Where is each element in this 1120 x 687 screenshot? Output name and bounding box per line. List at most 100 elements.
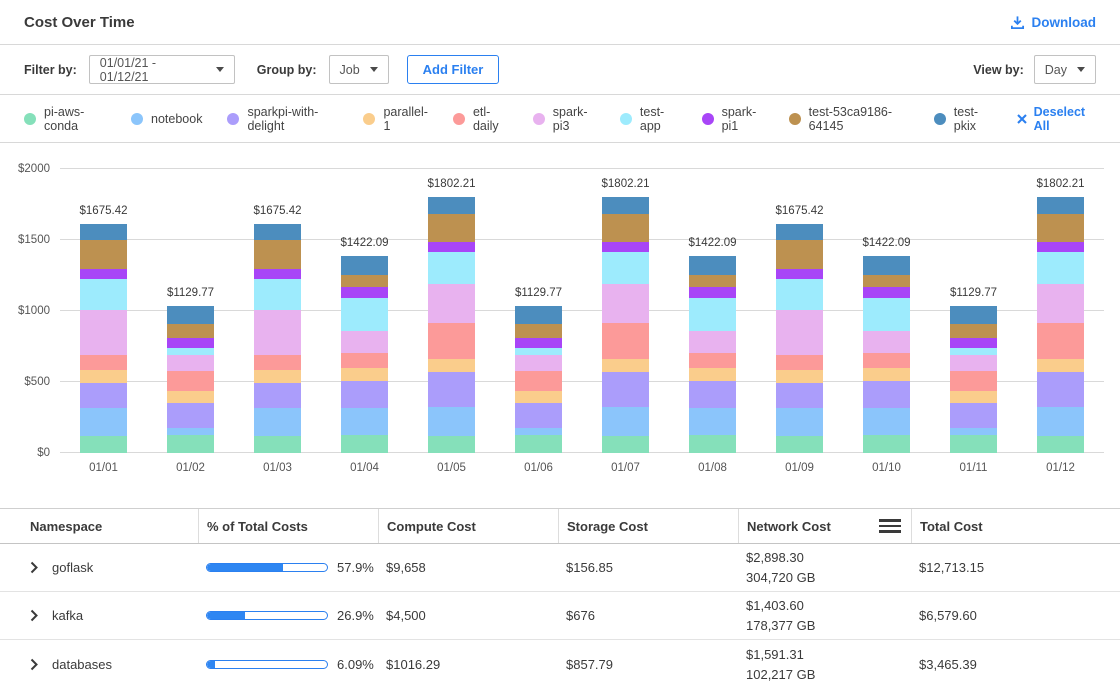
bar-segment-test-53ca9186-64145[interactable] [254, 240, 301, 269]
stacked-bar-01/10[interactable] [863, 256, 910, 453]
bar-segment-test-app[interactable] [515, 348, 562, 355]
bar-segment-spark-pi1[interactable] [950, 338, 997, 347]
bar-segment-test-pkix[interactable] [428, 197, 475, 214]
deselect-all-button[interactable]: Deselect All [1017, 105, 1096, 133]
bar-segment-spark-pi1[interactable] [428, 242, 475, 252]
legend-item-test-app[interactable]: test-app [620, 105, 677, 133]
bar-segment-sparkpi-with-delight[interactable] [515, 403, 562, 428]
bar-segment-spark-pi3[interactable] [776, 310, 823, 356]
bar-segment-test-pkix[interactable] [1037, 197, 1084, 214]
bar-segment-sparkpi-with-delight[interactable] [428, 372, 475, 407]
chevron-right-icon[interactable] [30, 658, 39, 671]
bar-segment-sparkpi-with-delight[interactable] [167, 403, 214, 428]
legend-item-spark-pi1[interactable]: spark-pi1 [702, 105, 764, 133]
column-header-total-cost[interactable]: Total Cost [911, 509, 1104, 543]
legend-item-test-53ca9186-64145[interactable]: test-53ca9186-64145 [789, 105, 909, 133]
bar-segment-spark-pi3[interactable] [950, 355, 997, 371]
bar-segment-notebook[interactable] [515, 428, 562, 435]
bar-segment-test-53ca9186-64145[interactable] [863, 275, 910, 287]
bar-segment-notebook[interactable] [167, 428, 214, 435]
table-row-goflask[interactable]: goflask57.9%$9,658$156.85$2,898.30304,72… [0, 544, 1120, 592]
bar-segment-etl-daily[interactable] [776, 355, 823, 369]
bar-segment-spark-pi3[interactable] [863, 331, 910, 353]
bar-segment-test-pkix[interactable] [80, 224, 127, 240]
bar-segment-test-53ca9186-64145[interactable] [689, 275, 736, 287]
legend-item-etl-daily[interactable]: etl-daily [453, 105, 508, 133]
date-range-select[interactable]: 01/01/21 - 01/12/21 [89, 55, 235, 84]
bar-segment-test-53ca9186-64145[interactable] [515, 324, 562, 339]
bar-segment-test-pkix[interactable] [602, 197, 649, 214]
bar-segment-parallel-1[interactable] [428, 359, 475, 372]
bar-segment-notebook[interactable] [950, 428, 997, 435]
bar-segment-notebook[interactable] [602, 407, 649, 435]
bar-segment-notebook[interactable] [1037, 407, 1084, 435]
column-header-storage-cost[interactable]: Storage Cost [558, 509, 738, 543]
bar-segment-etl-daily[interactable] [1037, 323, 1084, 359]
menu-icon[interactable] [879, 519, 901, 533]
bar-segment-sparkpi-with-delight[interactable] [602, 372, 649, 407]
bar-segment-spark-pi3[interactable] [167, 355, 214, 371]
bar-segment-spark-pi3[interactable] [515, 355, 562, 371]
bar-segment-etl-daily[interactable] [254, 355, 301, 369]
stacked-bar-01/01[interactable] [80, 224, 127, 453]
column-header-compute-cost[interactable]: Compute Cost [378, 509, 558, 543]
bar-segment-test-app[interactable] [950, 348, 997, 355]
bar-segment-pi-aws-conda[interactable] [254, 436, 301, 453]
bar-segment-sparkpi-with-delight[interactable] [776, 383, 823, 408]
bar-segment-test-app[interactable] [80, 279, 127, 310]
stacked-bar-01/03[interactable] [254, 224, 301, 453]
bar-segment-etl-daily[interactable] [167, 371, 214, 392]
bar-segment-notebook[interactable] [863, 408, 910, 435]
bar-segment-sparkpi-with-delight[interactable] [950, 403, 997, 428]
bar-segment-pi-aws-conda[interactable] [776, 436, 823, 453]
column-header-network-cost[interactable]: Network Cost [738, 509, 911, 543]
bar-segment-etl-daily[interactable] [602, 323, 649, 359]
table-row-databases[interactable]: databases6.09%$1016.29$857.79$1,591.3110… [0, 640, 1120, 687]
bar-segment-spark-pi3[interactable] [254, 310, 301, 356]
bar-segment-spark-pi1[interactable] [341, 287, 388, 298]
bar-segment-test-53ca9186-64145[interactable] [80, 240, 127, 269]
bar-segment-sparkpi-with-delight[interactable] [689, 381, 736, 408]
add-filter-button[interactable]: Add Filter [407, 55, 500, 84]
bar-segment-spark-pi1[interactable] [776, 269, 823, 279]
stacked-bar-01/02[interactable] [167, 306, 214, 453]
bar-segment-sparkpi-with-delight[interactable] [80, 383, 127, 408]
bar-segment-parallel-1[interactable] [341, 368, 388, 381]
bar-segment-spark-pi3[interactable] [1037, 284, 1084, 322]
bar-segment-pi-aws-conda[interactable] [80, 436, 127, 453]
bar-segment-pi-aws-conda[interactable] [167, 435, 214, 453]
bar-segment-test-pkix[interactable] [863, 256, 910, 274]
bar-segment-spark-pi1[interactable] [689, 287, 736, 298]
bar-segment-pi-aws-conda[interactable] [341, 435, 388, 453]
bar-segment-test-pkix[interactable] [776, 224, 823, 240]
bar-segment-test-53ca9186-64145[interactable] [341, 275, 388, 287]
stacked-bar-01/12[interactable] [1037, 197, 1084, 453]
bar-segment-etl-daily[interactable] [80, 355, 127, 369]
bar-segment-test-pkix[interactable] [167, 306, 214, 324]
column-header-namespace[interactable]: Namespace [22, 509, 198, 543]
bar-segment-etl-daily[interactable] [341, 353, 388, 368]
bar-segment-parallel-1[interactable] [689, 368, 736, 381]
bar-segment-etl-daily[interactable] [863, 353, 910, 368]
legend-item-spark-pi3[interactable]: spark-pi3 [533, 105, 595, 133]
legend-item-pi-aws-conda[interactable]: pi-aws-conda [24, 105, 106, 133]
bar-segment-spark-pi1[interactable] [1037, 242, 1084, 252]
view-by-select[interactable]: Day [1034, 55, 1096, 84]
table-row-kafka[interactable]: kafka26.9%$4,500$676$1,403.60178,377 GB$… [0, 592, 1120, 640]
bar-segment-spark-pi3[interactable] [341, 331, 388, 353]
bar-segment-test-pkix[interactable] [950, 306, 997, 324]
bar-segment-parallel-1[interactable] [254, 370, 301, 383]
bar-segment-pi-aws-conda[interactable] [515, 435, 562, 453]
bar-segment-test-pkix[interactable] [689, 256, 736, 274]
bar-segment-test-app[interactable] [1037, 252, 1084, 285]
bar-segment-etl-daily[interactable] [515, 371, 562, 392]
bar-segment-parallel-1[interactable] [950, 391, 997, 403]
bar-segment-parallel-1[interactable] [776, 370, 823, 383]
bar-segment-test-53ca9186-64145[interactable] [428, 214, 475, 242]
bar-segment-etl-daily[interactable] [428, 323, 475, 359]
bar-segment-pi-aws-conda[interactable] [602, 436, 649, 453]
stacked-bar-01/06[interactable] [515, 306, 562, 453]
legend-item-sparkpi-with-delight[interactable]: sparkpi-with-delight [227, 105, 338, 133]
bar-segment-parallel-1[interactable] [602, 359, 649, 372]
bar-segment-test-app[interactable] [602, 252, 649, 285]
